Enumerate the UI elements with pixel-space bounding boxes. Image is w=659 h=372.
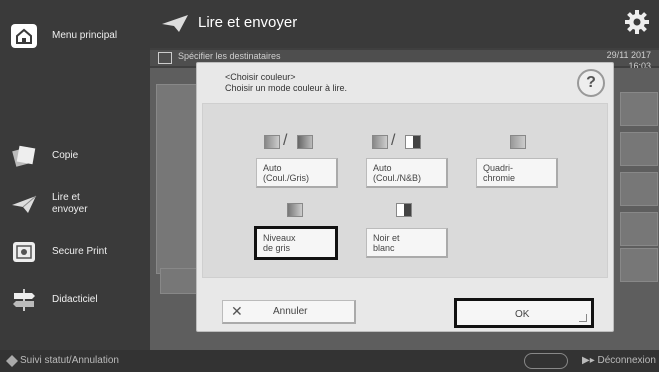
side-button <box>620 172 658 206</box>
option-auto-color-gray[interactable]: Auto (Coul./Gris) <box>256 158 338 188</box>
side-button <box>620 92 658 126</box>
logout-button[interactable]: ▶▸ Déconnexion <box>582 355 656 366</box>
close-icon: ✕ <box>231 303 243 319</box>
slash-glyph: / <box>283 132 288 149</box>
option-label: de gris <box>263 243 291 253</box>
option-label: Auto <box>373 163 392 173</box>
corner-icon <box>579 314 587 322</box>
grayscale-swatch <box>287 203 303 217</box>
sidebar-item-secure-print[interactable]: Secure Print <box>0 232 150 272</box>
option-label: Niveaux <box>263 233 296 243</box>
sidebar-item-label: Secure Print <box>52 246 108 257</box>
sidebar-item-label: Lire et envoyer <box>52 192 88 215</box>
option-label: Quadri- <box>483 163 514 173</box>
side-button <box>620 132 658 166</box>
option-grayscale[interactable]: Niveaux de gris <box>254 226 338 260</box>
dialog-title-line2: Choisir un mode couleur à lire. <box>225 83 348 93</box>
side-button <box>620 212 658 246</box>
gear-icon[interactable] <box>625 10 649 34</box>
slash-glyph: / <box>391 132 396 149</box>
option-label: chromie <box>483 173 516 183</box>
sidebar-item-label: Didacticiel <box>52 294 98 305</box>
black-white-swatch <box>396 203 412 217</box>
help-button[interactable]: ? <box>577 69 605 97</box>
paper-plane-icon <box>160 12 190 34</box>
side-button <box>620 248 658 282</box>
dialog-title-line1: <Choisir couleur> <box>225 72 296 82</box>
black-white-swatch <box>405 135 421 149</box>
sidebar-item-tutorial[interactable]: Didacticiel <box>0 280 150 320</box>
signpost-icon <box>10 287 38 313</box>
option-label: Noir et <box>373 233 400 243</box>
logout-label: Déconnexion <box>597 355 656 366</box>
specify-destinations-link[interactable]: Spécifier les destinataires <box>178 51 281 61</box>
sidebar-item-copy[interactable]: Copie <box>0 136 150 176</box>
side-button <box>160 268 200 294</box>
status-icon <box>6 355 18 367</box>
option-label: Auto <box>263 163 282 173</box>
sidebar-item-label: Menu principal <box>52 30 118 41</box>
dialog-title: <Choisir couleur> Choisir un mode couleu… <box>225 72 347 94</box>
copy-icon <box>10 143 38 169</box>
ok-label: OK <box>515 309 530 320</box>
color-swatch <box>372 135 388 149</box>
option-black-white[interactable]: Noir et blanc <box>366 228 448 258</box>
sidebar-item-main-menu[interactable]: Menu principal <box>0 16 150 56</box>
option-auto-color-bw[interactable]: Auto (Coul./N&B) <box>366 158 448 188</box>
option-label: (Coul./N&B) <box>373 173 422 183</box>
option-full-color[interactable]: Quadri- chromie <box>476 158 558 188</box>
sidebar-item-label: Copie <box>52 150 79 161</box>
warning-icon <box>158 52 172 64</box>
accessibility-button[interactable] <box>524 353 568 369</box>
bottom-bar: Suivi statut/Annulation ▶▸ Déconnexion <box>0 350 659 372</box>
status-monitor-button[interactable]: Suivi statut/Annulation <box>20 355 119 366</box>
paper-plane-icon <box>10 191 38 217</box>
sidebar: Menu principal Copie Lire et envoyer Sec… <box>0 0 150 372</box>
color-swatch <box>264 135 280 149</box>
option-label: (Coul./Gris) <box>263 173 310 183</box>
home-icon <box>10 23 38 49</box>
secure-print-icon <box>10 239 38 265</box>
full-color-swatch <box>510 135 526 149</box>
ok-button[interactable]: OK <box>454 298 594 328</box>
date: 29/11 2017 <box>606 50 651 60</box>
gray-swatch <box>297 135 313 149</box>
cancel-button[interactable]: ✕ Annuler <box>222 300 356 324</box>
page-title: Lire et envoyer <box>198 14 298 31</box>
option-label: blanc <box>373 243 395 253</box>
cancel-label: Annuler <box>273 306 308 317</box>
sidebar-item-scan-send[interactable]: Lire et envoyer <box>0 184 150 224</box>
